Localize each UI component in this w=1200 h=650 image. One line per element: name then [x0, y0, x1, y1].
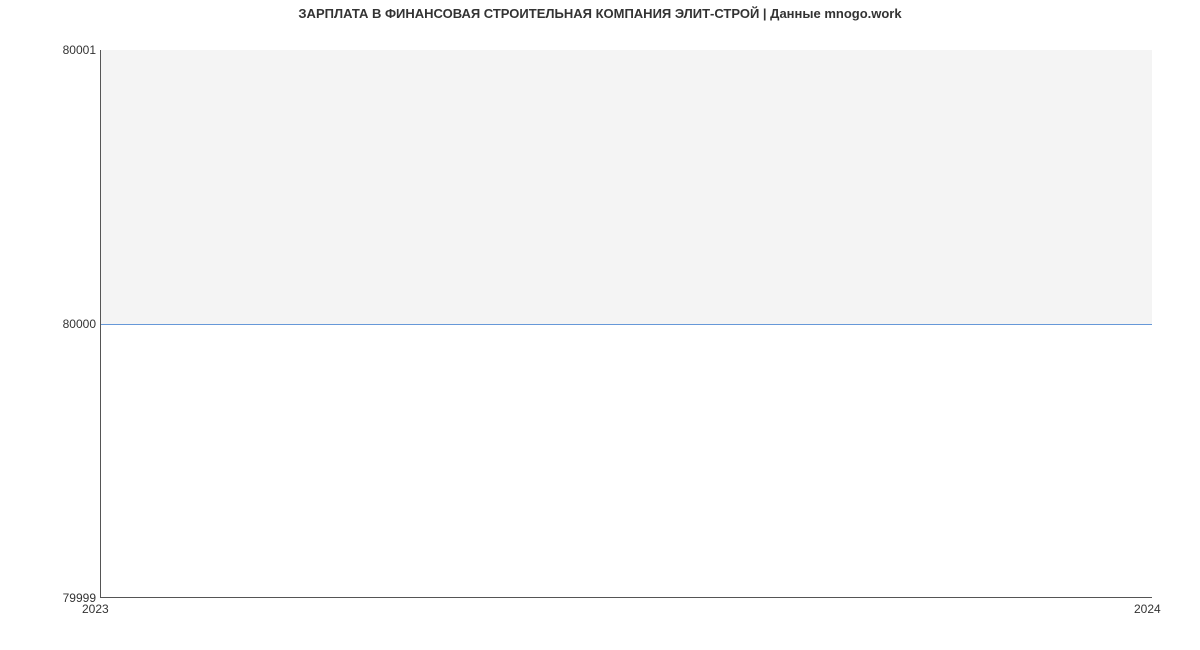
plot-grid-band: [101, 50, 1152, 324]
salary-line: [101, 324, 1152, 325]
chart-title: ЗАРПЛАТА В ФИНАНСОВАЯ СТРОИТЕЛЬНАЯ КОМПА…: [0, 6, 1200, 21]
salary-chart: ЗАРПЛАТА В ФИНАНСОВАЯ СТРОИТЕЛЬНАЯ КОМПА…: [0, 0, 1200, 650]
y-tick-top: 80001: [6, 44, 96, 56]
x-tick-right: 2024: [1134, 602, 1161, 616]
y-tick-mid: 80000: [6, 318, 96, 330]
x-tick-left: 2023: [82, 602, 109, 616]
plot-area: [100, 50, 1152, 598]
